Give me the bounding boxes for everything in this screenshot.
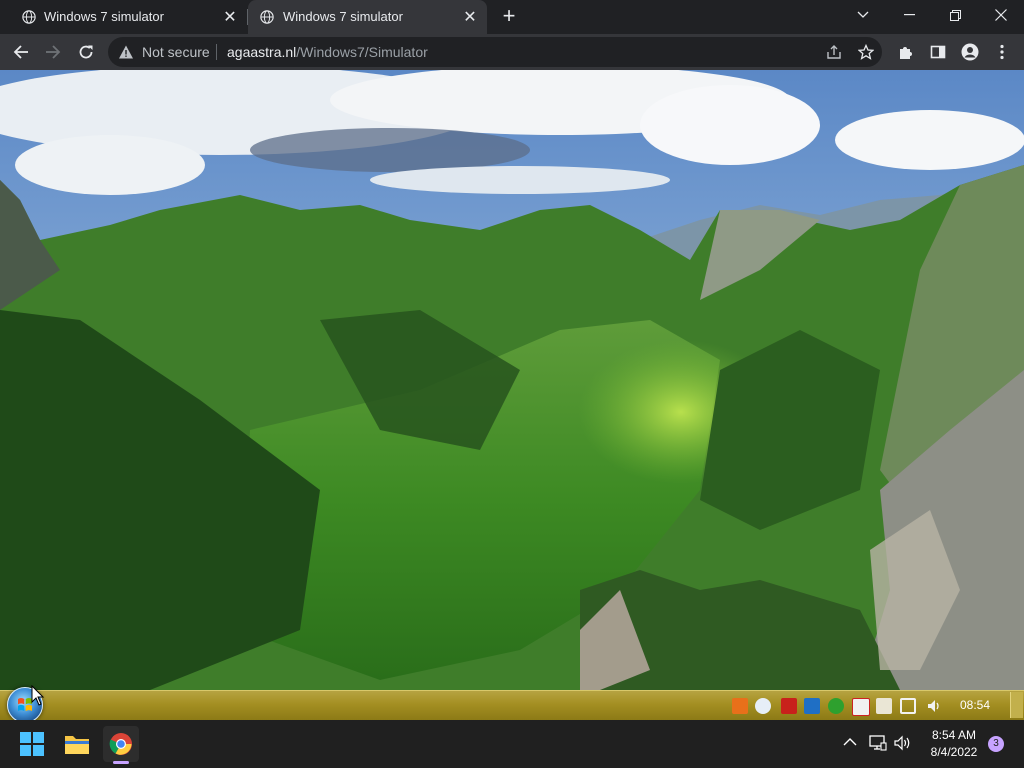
share-icon[interactable] <box>826 44 842 60</box>
tab-active[interactable]: Windows 7 simulator ✕ <box>248 0 487 34</box>
puzzle-icon <box>900 47 912 59</box>
taskbar-date[interactable]: 8/4/2022 <box>920 745 988 759</box>
omnibox-divider <box>216 44 217 60</box>
url-text[interactable]: agaastra.nl/Windows7/Simulator <box>227 44 428 60</box>
chrome-taskbar-button[interactable] <box>103 726 139 762</box>
os-taskbar: 8:54 AM 8/4/2022 3 <box>0 720 1024 768</box>
reload-icon <box>79 45 93 59</box>
notification-badge[interactable]: 3 <box>988 736 1004 752</box>
restore-button[interactable] <box>932 0 978 30</box>
simulator-clock[interactable]: 08:54 <box>955 698 995 712</box>
side-panel-icon <box>930 45 946 59</box>
speaker-icon[interactable] <box>894 735 912 751</box>
outlook-icon[interactable] <box>804 698 820 714</box>
simulator-taskbar: 08:54 <box>0 685 1024 720</box>
close-tab-icon[interactable]: ✕ <box>221 8 239 26</box>
tab-search-chevron-icon[interactable] <box>840 0 886 30</box>
profile-button[interactable] <box>957 39 983 65</box>
chrome-menu-button[interactable] <box>989 39 1015 65</box>
close-window-button[interactable] <box>978 0 1024 30</box>
tab-title: Windows 7 simulator <box>44 9 164 24</box>
extensions-button[interactable] <box>893 39 919 65</box>
close-tab-icon[interactable]: ✕ <box>461 8 479 26</box>
globe-icon <box>22 10 36 24</box>
browser-toolbar: Not secure agaastra.nl/Windows7/Simulato… <box>0 34 1024 70</box>
reload-button[interactable] <box>73 39 99 65</box>
volume-icon[interactable] <box>926 698 942 714</box>
flag-red-icon[interactable] <box>852 698 870 716</box>
clipboard-icon[interactable] <box>876 698 892 714</box>
desktop-wallpaper[interactable] <box>0 70 1024 690</box>
network-icon[interactable] <box>900 698 916 714</box>
tab-inactive[interactable]: Windows 7 simulator ✕ <box>0 0 247 34</box>
mouse-cursor-icon <box>31 685 45 706</box>
minimize-button[interactable] <box>886 0 932 30</box>
chevron-up-icon[interactable] <box>843 735 857 749</box>
browser-tab-strip: Windows 7 simulator ✕ Windows 7 simulato… <box>0 0 1024 34</box>
warning-icon[interactable] <box>118 44 134 60</box>
active-app-indicator <box>113 761 129 764</box>
chrome-icon <box>109 733 132 755</box>
kebab-menu-icon <box>1000 44 1004 60</box>
side-panel-button[interactable] <box>925 39 951 65</box>
bookmark-star-icon[interactable] <box>858 44 874 60</box>
windows-start-icon <box>20 732 44 756</box>
globe-icon <box>260 10 274 24</box>
os-start-button[interactable] <box>14 726 50 762</box>
file-explorer-button[interactable] <box>59 726 95 762</box>
show-desktop-button[interactable] <box>1010 692 1023 718</box>
profile-icon <box>961 43 979 61</box>
url-path: /Windows7/Simulator <box>296 44 428 60</box>
taskbar-time[interactable]: 8:54 AM <box>920 728 988 742</box>
back-button[interactable] <box>8 39 34 65</box>
new-tab-button[interactable]: + <box>498 5 520 28</box>
network-globe-icon[interactable] <box>755 698 771 714</box>
security-status[interactable]: Not secure <box>142 44 210 60</box>
arrow-left-icon <box>13 45 28 59</box>
url-host: agaastra.nl <box>227 44 297 60</box>
tab-title: Windows 7 simulator <box>283 9 403 24</box>
forward-button[interactable] <box>40 39 66 65</box>
security-check-icon[interactable] <box>828 698 844 714</box>
adobe-red-icon[interactable] <box>781 698 797 714</box>
arrow-right-icon <box>46 45 61 59</box>
app-orange-icon[interactable] <box>732 698 748 714</box>
file-explorer-icon <box>65 736 89 754</box>
address-bar[interactable]: Not secure agaastra.nl/Windows7/Simulato… <box>108 37 882 67</box>
network-monitor-icon[interactable] <box>869 735 887 751</box>
simulator-viewport: 08:54 <box>0 70 1024 720</box>
